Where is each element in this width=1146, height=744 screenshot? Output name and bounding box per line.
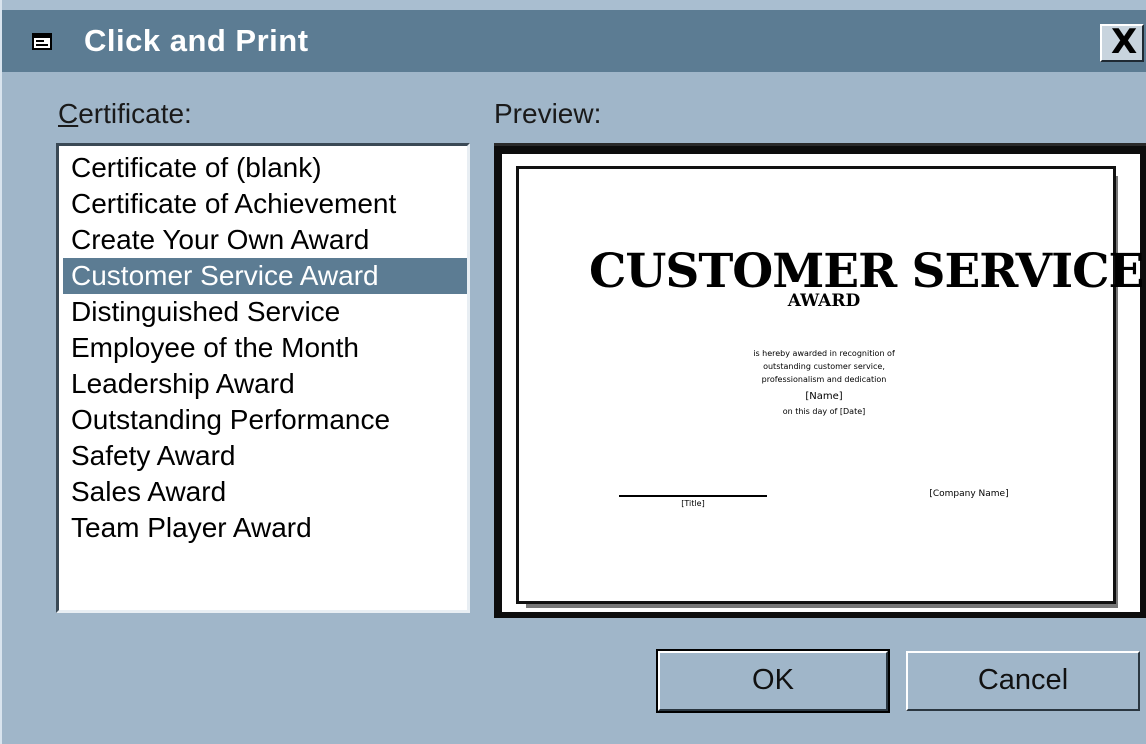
list-item[interactable]: Create Your Own Award <box>63 222 467 258</box>
cancel-button[interactable]: Cancel <box>906 651 1140 711</box>
list-item[interactable]: Certificate of Achievement <box>63 186 467 222</box>
ok-button[interactable]: OK <box>656 649 890 713</box>
certificate-subtitle: AWARD <box>787 291 861 311</box>
certificate-listbox[interactable]: Certificate of (blank) Certificate of Ac… <box>56 143 470 613</box>
close-icon: X <box>1111 22 1138 62</box>
signature-line <box>619 495 767 497</box>
preview-canvas: CUSTOMER SERVICE AWARD is hereby awarded… <box>502 154 1144 612</box>
preview-pane: CUSTOMER SERVICE AWARD is hereby awarded… <box>494 143 1146 618</box>
list-item[interactable]: Certificate of (blank) <box>63 150 467 186</box>
list-item[interactable]: Outstanding Performance <box>63 402 467 438</box>
list-item[interactable]: Team Player Award <box>63 510 467 546</box>
list-item[interactable]: Leadership Award <box>63 366 467 402</box>
certificate-body-line: is hereby awarded in recognition of <box>753 349 895 358</box>
certificate-paper: CUSTOMER SERVICE AWARD is hereby awarded… <box>516 166 1144 604</box>
list-item[interactable]: Employee of the Month <box>63 330 467 366</box>
certificate-body-line: outstanding customer service, <box>763 362 885 371</box>
list-item[interactable]: Sales Award <box>63 474 467 510</box>
close-button[interactable]: X <box>1100 22 1144 62</box>
title-bar[interactable]: Click and Print X <box>2 0 1146 72</box>
list-item-selected[interactable]: Customer Service Award <box>63 258 467 294</box>
list-item[interactable]: Distinguished Service <box>63 294 467 330</box>
certificate-label: Certificate: <box>58 98 192 129</box>
window-icon <box>32 33 52 50</box>
click-and-print-dialog: Click and Print X Certificate: Preview: … <box>0 0 1146 744</box>
certificate-body-line: on this day of [Date] <box>782 407 866 416</box>
certificate-name-field: [Name] <box>805 391 843 402</box>
signature-label-left: [Title] <box>681 499 705 508</box>
list-item[interactable]: Safety Award <box>63 438 467 474</box>
certificate-body-line: professionalism and dedication <box>761 375 887 384</box>
signature-label-right: [Company Name] <box>929 489 1009 499</box>
preview-label: Preview: <box>494 98 602 129</box>
window-title: Click and Print <box>84 23 309 58</box>
